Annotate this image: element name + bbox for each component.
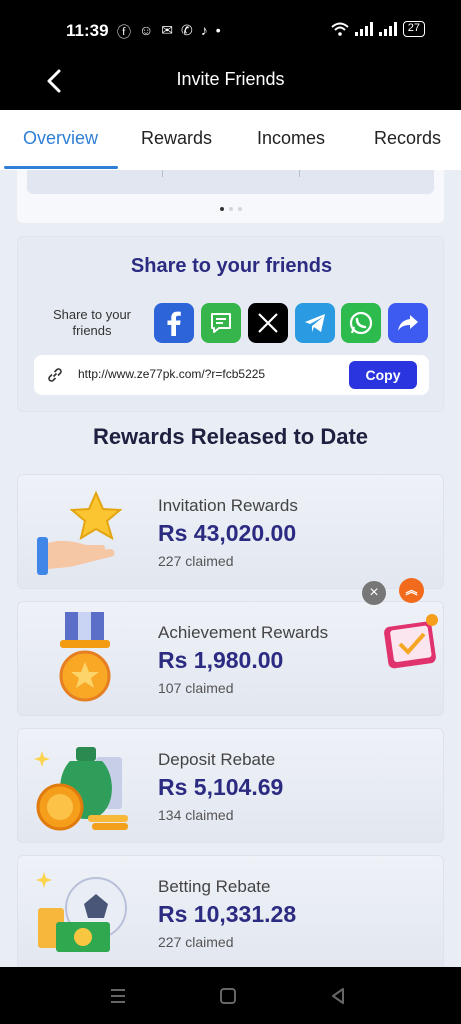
message-icon[interactable] — [201, 303, 241, 343]
copy-button[interactable]: Copy — [349, 361, 417, 389]
tab-rewards[interactable]: Rewards — [141, 128, 212, 149]
reward-amount: Rs 10,331.28 — [158, 901, 297, 927]
money-bag-icon — [34, 747, 128, 831]
facebook-icon: ⓕ — [117, 24, 131, 40]
wifi-icon — [331, 22, 349, 36]
messenger-icon: ✉ — [161, 22, 174, 38]
status-bar: 11:39 ⓕ ☺ ✉ ✆ ♪ • 27 — [0, 0, 461, 56]
football-cash-icon — [36, 872, 127, 952]
share-label: Share to your friends — [52, 307, 132, 338]
page-title: Invite Friends — [176, 69, 285, 89]
active-tab-indicator — [4, 166, 118, 169]
battery-indicator: 27 — [402, 21, 425, 37]
reward-claimed: 107 claimed — [158, 680, 234, 696]
status-time: 11:39 — [66, 21, 109, 40]
whatsapp-icon[interactable] — [341, 303, 381, 343]
notification-icons: ⓕ ☺ ✉ ✆ ♪ • — [117, 22, 221, 42]
reward-claimed: 227 claimed — [158, 934, 234, 950]
snapchat-icon: ☺ — [139, 22, 154, 38]
facebook-icon[interactable] — [154, 303, 194, 343]
telegram-icon[interactable] — [295, 303, 335, 343]
reward-amount: Rs 1,980.00 — [158, 647, 284, 673]
referral-link[interactable]: http://www.ze77pk.com/?r=fcb5225 — [78, 367, 265, 381]
reward-claimed: 134 claimed — [158, 807, 234, 823]
tab-incomes[interactable]: Incomes — [257, 128, 325, 149]
tab-bar: Overview Rewards Incomes Records — [0, 110, 461, 170]
reward-card-betting[interactable]: Betting Rebate Rs 10,331.28 227 claimed — [17, 855, 444, 967]
home-icon[interactable] — [217, 985, 239, 1007]
carousel-dot — [237, 207, 242, 211]
reward-claimed: 227 claimed — [158, 553, 234, 569]
reward-amount: Rs 5,104.69 — [158, 774, 284, 800]
reward-card-invitation[interactable]: Invitation Rewards Rs 43,020.00 227 clai… — [17, 474, 444, 589]
carousel-dot — [228, 207, 233, 211]
medal-icon — [59, 612, 111, 702]
dot-icon: • — [215, 22, 221, 38]
tiktok-icon: ♪ — [200, 22, 208, 38]
x-icon[interactable] — [248, 303, 288, 343]
carousel-dots — [17, 207, 444, 211]
close-float-button[interactable]: × — [362, 581, 386, 605]
menu-icon[interactable] — [107, 985, 129, 1007]
overview-content[interactable]: Share to your friends Share to your frie… — [0, 170, 461, 967]
phone-icon: ✆ — [181, 22, 193, 38]
system-nav-bar — [0, 967, 461, 1024]
reward-card-deposit[interactable]: Deposit Rebate Rs 5,104.69 134 claimed — [17, 728, 444, 843]
banner-carousel[interactable] — [17, 170, 444, 223]
forward-icon[interactable] — [388, 303, 428, 343]
app-header: Invite Friends — [0, 56, 461, 110]
link-icon — [48, 368, 62, 382]
signal-icon — [354, 22, 373, 36]
carousel-dot — [219, 207, 224, 211]
reward-amount: Rs 43,020.00 — [158, 520, 297, 546]
reward-name: Invitation Rewards — [158, 496, 298, 515]
rewards-section-title: Rewards Released to Date — [92, 424, 369, 449]
reward-name: Deposit Rebate — [158, 750, 276, 769]
reward-name: Achievement Rewards — [158, 623, 329, 642]
scroll-top-button[interactable]: ︽ — [399, 578, 424, 603]
reward-name: Betting Rebate — [158, 877, 271, 896]
referral-link-box: http://www.ze77pk.com/?r=fcb5225 Copy — [34, 355, 429, 395]
tab-records[interactable]: Records — [374, 128, 441, 149]
share-card: Share to your friends Share to your frie… — [17, 236, 444, 412]
star-hand-icon — [37, 490, 123, 575]
tab-overview[interactable]: Overview — [23, 128, 98, 149]
gift-promo-icon[interactable] — [380, 610, 444, 674]
share-title: Share to your friends — [130, 255, 333, 277]
back-icon[interactable] — [327, 985, 349, 1007]
signal-icon — [378, 22, 397, 36]
banner-image — [27, 170, 434, 194]
system-icons: 27 — [331, 21, 425, 37]
